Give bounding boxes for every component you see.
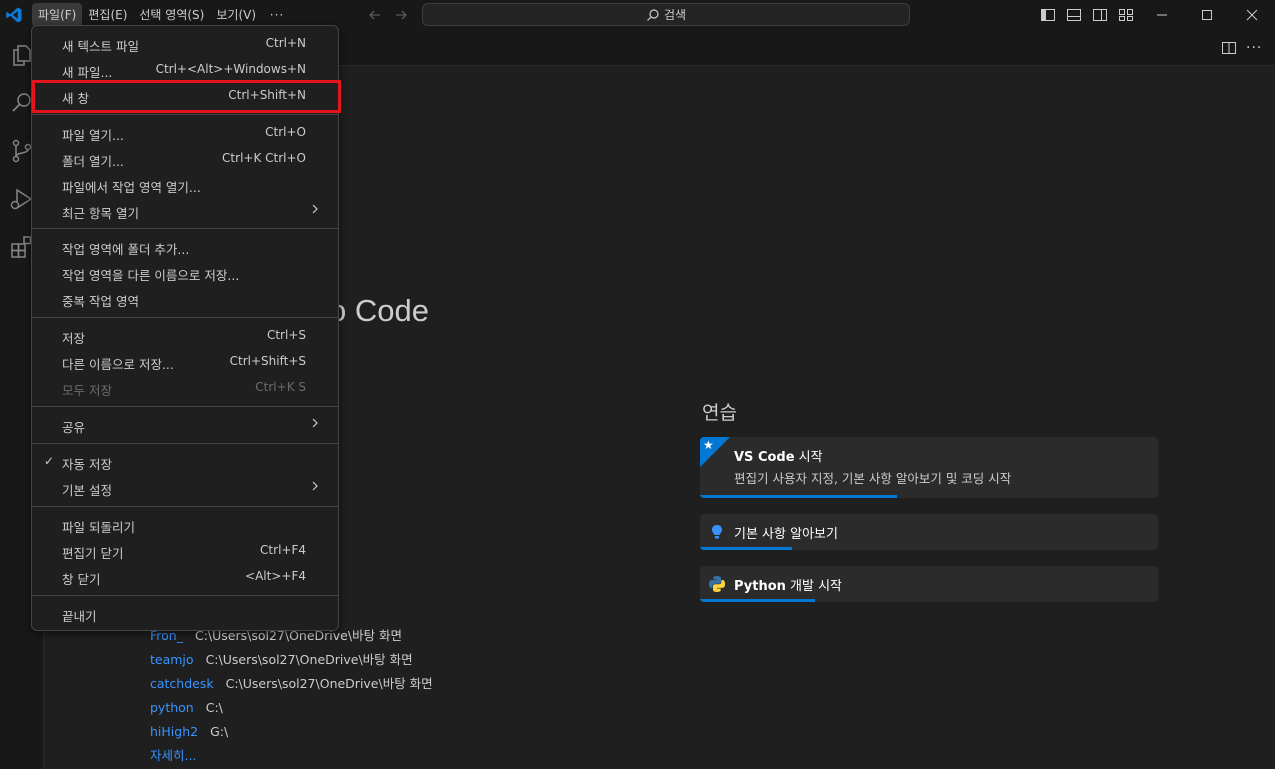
- menu-item-close-editor[interactable]: 편집기 닫기 Ctrl+F4: [36, 538, 334, 562]
- menu-item-new-text-file[interactable]: 새 텍스트 파일 Ctrl+N: [36, 31, 334, 55]
- check-icon: ✓: [44, 454, 55, 468]
- more-actions-button[interactable]: ···: [1246, 40, 1262, 56]
- customize-layout-icon[interactable]: [1117, 6, 1135, 24]
- forward-arrow-icon[interactable]: [391, 5, 411, 25]
- recent-item: teamjo C:\Users\sol27\OneDrive\바탕 화면: [150, 648, 433, 672]
- menu-item-save[interactable]: 저장 Ctrl+S: [36, 323, 334, 347]
- chevron-right-icon: [312, 204, 318, 214]
- menu-item-close-window[interactable]: 창 닫기 <Alt>+F4: [36, 564, 334, 588]
- python-icon: [709, 576, 725, 592]
- search-label: 검색: [663, 8, 687, 22]
- close-icon: [1246, 9, 1258, 21]
- card-progress-bar: [700, 599, 815, 602]
- toggle-secondary-sidebar-icon[interactable]: [1091, 6, 1109, 24]
- welcome-title: o Code: [329, 293, 429, 328]
- more-recent-link[interactable]: 자세히...: [150, 744, 433, 768]
- menu-separator: [32, 317, 338, 318]
- maximize-icon: [1202, 10, 1212, 20]
- card-title: VS Code 시작: [734, 450, 823, 465]
- menu-item-save-workspace-as[interactable]: 작업 영역을 다른 이름으로 저장...: [36, 260, 334, 284]
- recent-item-path: C:\Users\sol27\OneDrive\바탕 화면: [225, 676, 433, 691]
- recent-item-link[interactable]: catchdesk: [150, 676, 214, 691]
- menu-edit[interactable]: 편집(E): [82, 3, 133, 27]
- menu-separator: [32, 114, 338, 115]
- walkthroughs-heading: 연습: [702, 402, 737, 424]
- recent-item: catchdesk C:\Users\sol27\OneDrive\바탕 화면: [150, 672, 433, 696]
- chevron-right-icon: [312, 418, 318, 428]
- star-icon: ★: [703, 438, 714, 452]
- menu-more-button[interactable]: ···: [262, 3, 292, 27]
- vscode-logo-icon: [6, 7, 22, 23]
- lightbulb-icon: [712, 525, 722, 539]
- recent-list: Fron_ C:\Users\sol27\OneDrive\바탕 화면 teamj…: [150, 624, 433, 768]
- recent-item-path: C:\: [205, 700, 223, 715]
- minimize-icon: [1157, 14, 1167, 16]
- menu-item-share[interactable]: 공유: [36, 412, 334, 436]
- search-icon: [647, 8, 659, 21]
- vscode-window: 파일(F) 편집(E) 선택 영역(S) 보기(V) ··· 검색 ··· o …: [0, 0, 1275, 769]
- recent-item-path: C:\Users\sol27\OneDrive\바탕 화면: [205, 652, 413, 667]
- maximize-button[interactable]: [1184, 0, 1230, 30]
- card-progress-bar: [700, 495, 897, 498]
- highlight-annotation-box: [32, 80, 341, 113]
- menu-item-save-all: 모두 저장 Ctrl+K S: [62, 380, 306, 398]
- chevron-right-icon: [312, 481, 318, 491]
- command-center-search[interactable]: 검색: [422, 3, 910, 26]
- file-menu-dropdown: 새 텍스트 파일 Ctrl+N 새 파일... Ctrl+<Alt>+Windows…: [31, 25, 341, 631]
- card-title: 기본 사항 알아보기: [734, 527, 838, 542]
- recent-item-link[interactable]: python: [150, 700, 194, 715]
- menu-item-exit[interactable]: 끝내기: [36, 601, 334, 625]
- menu-separator: [32, 506, 338, 507]
- menu-separator: [32, 595, 338, 596]
- menu-item-revert-file[interactable]: 파일 되돌리기: [36, 512, 334, 536]
- menu-item-open-folder[interactable]: 폴더 열기... Ctrl+K Ctrl+O: [36, 146, 334, 170]
- menu-item-open-recent[interactable]: 최근 항목 열기: [36, 198, 334, 222]
- recent-item: hiHigh2 G:\: [150, 720, 433, 744]
- minimize-button[interactable]: [1139, 0, 1185, 30]
- menu-view[interactable]: 보기(V): [210, 3, 262, 27]
- menu-item-open-file[interactable]: 파일 열기... Ctrl+O: [36, 120, 334, 144]
- walkthrough-card-basics[interactable]: 기본 사항 알아보기: [700, 514, 1158, 550]
- recent-item: python C:\: [150, 696, 433, 720]
- card-progress-bar: [700, 547, 792, 550]
- menu-separator: [32, 443, 338, 444]
- menu-item-auto-save[interactable]: ✓ 자동 저장: [36, 449, 334, 473]
- menu-separator: [32, 406, 338, 407]
- close-window-button[interactable]: [1229, 0, 1275, 30]
- menu-separator: [32, 228, 338, 229]
- recent-item-path: G:\: [210, 724, 229, 739]
- menu-item-new-file[interactable]: 새 파일... Ctrl+<Alt>+Windows+N: [36, 57, 334, 81]
- back-arrow-icon[interactable]: [365, 5, 385, 25]
- card-description: 편집기 사용자 지정, 기본 사항 알아보기 및 코딩 시작: [734, 471, 1012, 486]
- walkthrough-card-python[interactable]: Python 개발 시작: [700, 566, 1158, 602]
- menu-bar: 파일(F) 편집(E) 선택 영역(S) 보기(V) ···: [32, 3, 292, 27]
- recent-item-link[interactable]: hiHigh2: [150, 724, 198, 739]
- toggle-primary-sidebar-icon[interactable]: [1039, 6, 1057, 24]
- card-title: Python 개발 시작: [734, 579, 843, 594]
- menu-item-open-workspace[interactable]: 파일에서 작업 영역 열기...: [36, 172, 334, 196]
- menu-selection[interactable]: 선택 영역(S): [133, 3, 210, 27]
- menu-file[interactable]: 파일(F): [32, 3, 83, 27]
- walkthrough-card-vscode-start[interactable]: ★ VS Code 시작 편집기 사용자 지정, 기본 사항 알아보기 및 코딩…: [700, 437, 1158, 498]
- toggle-panel-icon[interactable]: [1065, 6, 1083, 24]
- menu-item-save-as[interactable]: 다른 이름으로 저장... Ctrl+Shift+S: [36, 349, 334, 373]
- recent-item-link[interactable]: teamjo: [150, 652, 194, 667]
- menu-item-preferences[interactable]: 기본 설정: [36, 475, 334, 499]
- menu-item-duplicate-workspace[interactable]: 중복 작업 영역: [36, 286, 334, 310]
- menu-item-add-folder[interactable]: 작업 영역에 폴더 추가...: [36, 234, 334, 258]
- split-editor-icon[interactable]: [1221, 40, 1237, 56]
